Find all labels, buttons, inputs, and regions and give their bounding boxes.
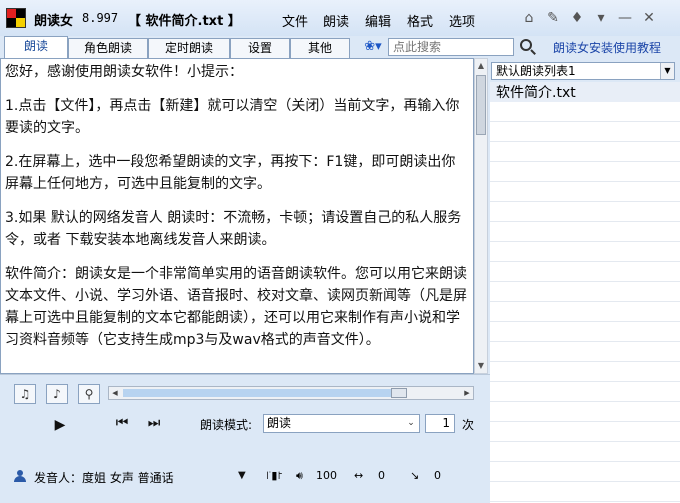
playlist-select[interactable]: 默认朗读列表1 ▼ [491,62,675,80]
mode-select-value: 朗读 [267,416,292,430]
app-logo-icon [6,8,26,28]
repeat-unit: 次 [462,418,475,432]
menu-options[interactable]: 选项 [449,11,475,30]
next-icon[interactable]: ⏭ [140,411,168,435]
play-icon[interactable]: ▶ [46,413,74,437]
menu-edit[interactable]: 编辑 [365,11,391,30]
chevron-down-icon[interactable]: ⌄ [405,415,417,432]
skin-icon[interactable]: ♦ [568,9,586,27]
tab-other[interactable]: 其他 [290,38,350,58]
scroll-up-icon[interactable]: ▲ [475,59,487,73]
paw-search-engine-icon[interactable]: ❀▾ [361,38,385,56]
speed-icon[interactable]: ↔ [354,466,363,486]
text-editor[interactable]: 您好，感谢使用朗读女软件！小提示： 1.点击【文件】，再点击【新建】就可以清空（… [0,58,474,374]
search-icon[interactable] [518,37,538,57]
tab-role-read[interactable]: 角色朗读 [68,38,148,58]
progress-knob[interactable] [391,388,407,398]
progress-fill [123,389,399,397]
app-name: 朗读女 [34,14,74,29]
menu-format[interactable]: 格式 [407,11,433,30]
text-paragraph: 软件简介：朗读女是一个非常简单实用的语音朗读软件。您可以用它来朗读文本文件、小说… [5,266,467,348]
tab-read[interactable]: 朗读 [4,36,68,58]
playlist-select-value: 默认朗读列表1 [496,64,576,78]
mode-select[interactable]: 朗读 ⌄ [263,414,420,433]
pin-icon[interactable]: ✎ [544,9,562,27]
previous-icon[interactable]: ⏮ [108,411,136,435]
text-paragraph: 2.在屏幕上，选中一段您希望朗读的文字，再按下：F1键，即可朗读出你屏幕上任何地… [5,154,456,192]
playlist-item[interactable]: 软件简介.txt [490,82,680,102]
mode-label: 朗读模式: [200,418,253,432]
volume-value[interactable]: 100 [316,466,337,486]
menu-file[interactable]: 文件 [282,11,308,30]
text-paragraph: 3.如果 默认的网络发音人 朗读时：不流畅，卡顿；请设置自己的私人服务令，或者 … [5,210,462,248]
progress-bar[interactable]: ◀ ▶ [108,386,474,400]
tab-settings[interactable]: 设置 [230,38,290,58]
app-window: 朗读女 8.997 【 软件简介.txt 】 文件 朗读 编辑 格式 选项 ⌂ … [0,0,680,503]
pitch-icon[interactable]: ↘ [410,466,419,486]
minimize-icon[interactable]: — [616,9,634,27]
home-icon[interactable]: ⌂ [520,9,538,27]
scroll-thumb[interactable] [476,75,486,135]
document-music-icon[interactable]: ♫ [14,384,36,404]
chevron-down-icon[interactable]: ▼ [660,63,674,79]
speaker-label[interactable]: 发音人：度姐 女声 普通话 [34,469,174,486]
microphone-icon[interactable]: ⚲ [78,384,100,404]
playlist: 软件简介.txt [490,82,680,503]
text-paragraph: 1.点击【文件】，再点击【新建】就可以清空（关闭）当前文字，再输入你要读的文字。 [5,98,460,136]
speaker-person-icon [14,470,26,482]
title-bar: 朗读女 8.997 【 软件简介.txt 】 文件 朗读 编辑 格式 选项 ⌂ … [0,0,680,36]
volume-icon[interactable]: 🔊︎ [296,466,303,486]
voice-wave-icon[interactable]: ꜍▮꜓ [266,466,283,486]
tutorial-link[interactable]: 朗读女安装使用教程 [553,39,661,56]
progress-right-icon[interactable]: ▶ [461,387,473,399]
menu-read[interactable]: 朗读 [323,11,349,30]
text-scrollbar[interactable]: ▲ ▼ [474,58,488,374]
pitch-value[interactable]: 0 [434,466,441,486]
scroll-down-icon[interactable]: ▼ [475,359,487,373]
search-input[interactable] [388,38,514,56]
speed-value[interactable]: 0 [378,466,385,486]
tab-timed-read[interactable]: 定时朗读 [148,38,230,58]
repeat-count-field[interactable]: 1 [425,414,455,433]
text-paragraph: 您好，感谢使用朗读女软件！小提示： [5,64,243,80]
menu-dropdown-icon[interactable]: ▾ [592,9,610,27]
chevron-down-icon[interactable]: ▼ [238,470,246,481]
document-title: 【 软件简介.txt 】 [128,14,241,29]
progress-left-icon[interactable]: ◀ [109,387,121,399]
app-version: 8.997 [82,11,119,25]
close-icon[interactable]: ✕ [640,9,658,27]
music-note-icon[interactable]: ♪ [46,384,68,404]
